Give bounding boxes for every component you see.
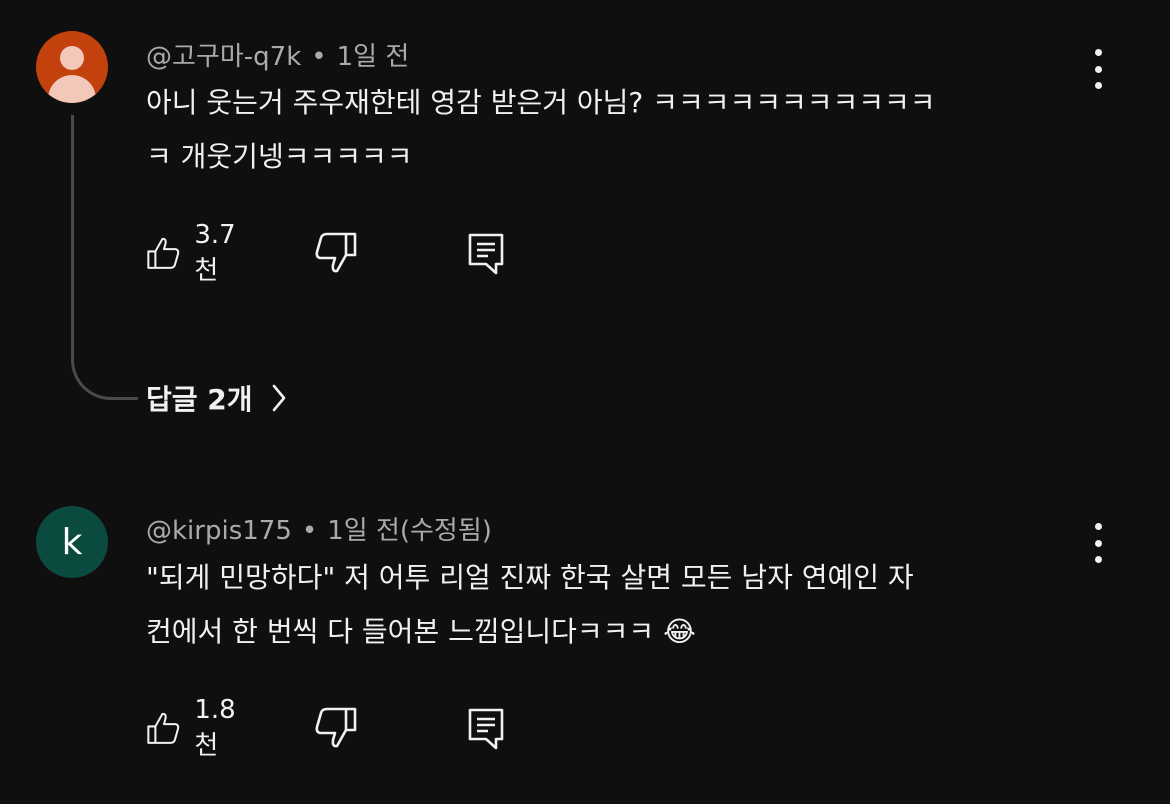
comment-text: 아니 웃는거 주우재한테 영감 받은거 아님? ㅋㅋㅋㅋㅋㅋㅋㅋㅋㅋㅋ ㅋ 개웃… bbox=[146, 76, 1086, 184]
reply-button[interactable] bbox=[466, 706, 506, 750]
avatar-letter: k bbox=[61, 521, 83, 563]
like-count: 3.7천 bbox=[194, 219, 236, 286]
separator: • bbox=[311, 42, 327, 72]
like-count: 1.8천 bbox=[194, 694, 236, 761]
avatar[interactable] bbox=[36, 31, 108, 103]
like-button[interactable]: 1.8천 bbox=[146, 695, 245, 761]
reply-icon bbox=[468, 233, 504, 275]
dislike-button[interactable] bbox=[314, 706, 358, 750]
comment-header: @고구마-q7k • 1일 전 bbox=[146, 36, 409, 73]
thumbs-up-icon bbox=[147, 237, 180, 269]
replies-label: 답글 2개 bbox=[146, 383, 253, 416]
comment-text-line: "되게 민망하다" 저 어투 리얼 진짜 한국 살면 모든 남자 연예인 자 bbox=[146, 561, 914, 594]
author-name[interactable]: @kirpis175 bbox=[146, 516, 292, 546]
comment-text-line: ㅋ 개웃기넹ㅋㅋㅋㅋㅋ bbox=[146, 140, 413, 173]
thumbs-down-icon bbox=[315, 707, 357, 748]
avatar-body-shape bbox=[48, 75, 96, 103]
avatar-head-shape bbox=[60, 46, 84, 70]
avatar[interactable]: k bbox=[36, 506, 108, 578]
reply-icon bbox=[468, 708, 504, 750]
like-button[interactable]: 3.7천 bbox=[146, 220, 245, 286]
dislike-button[interactable] bbox=[314, 231, 358, 275]
more-vert-icon[interactable] bbox=[1086, 49, 1110, 89]
thumbs-down-icon bbox=[315, 232, 357, 273]
comment-text: "되게 민망하다" 저 어투 리얼 진짜 한국 살면 모든 남자 연예인 자 컨… bbox=[146, 551, 1086, 659]
reply-button[interactable] bbox=[466, 231, 506, 275]
comment-text-line: 컨에서 한 번씩 다 들어본 느낌입니다ㅋㅋㅋ 😂 bbox=[146, 615, 696, 648]
thread-line bbox=[71, 115, 138, 400]
comment-header: @kirpis175 • 1일 전(수정됨) bbox=[146, 510, 492, 547]
comment-time[interactable]: 1일 전 bbox=[337, 42, 410, 72]
more-vert-icon[interactable] bbox=[1086, 523, 1110, 563]
view-replies-button[interactable]: 답글 2개 bbox=[146, 376, 287, 420]
author-name[interactable]: @고구마-q7k bbox=[146, 42, 301, 72]
separator: • bbox=[301, 516, 318, 546]
chevron-right-icon bbox=[272, 384, 285, 412]
thumbs-up-icon bbox=[147, 712, 180, 744]
comment-text-line: 아니 웃는거 주우재한테 영감 받은거 아님? ㅋㅋㅋㅋㅋㅋㅋㅋㅋㅋㅋ bbox=[146, 86, 936, 119]
comment-time[interactable]: 1일 전(수정됨) bbox=[327, 516, 492, 546]
